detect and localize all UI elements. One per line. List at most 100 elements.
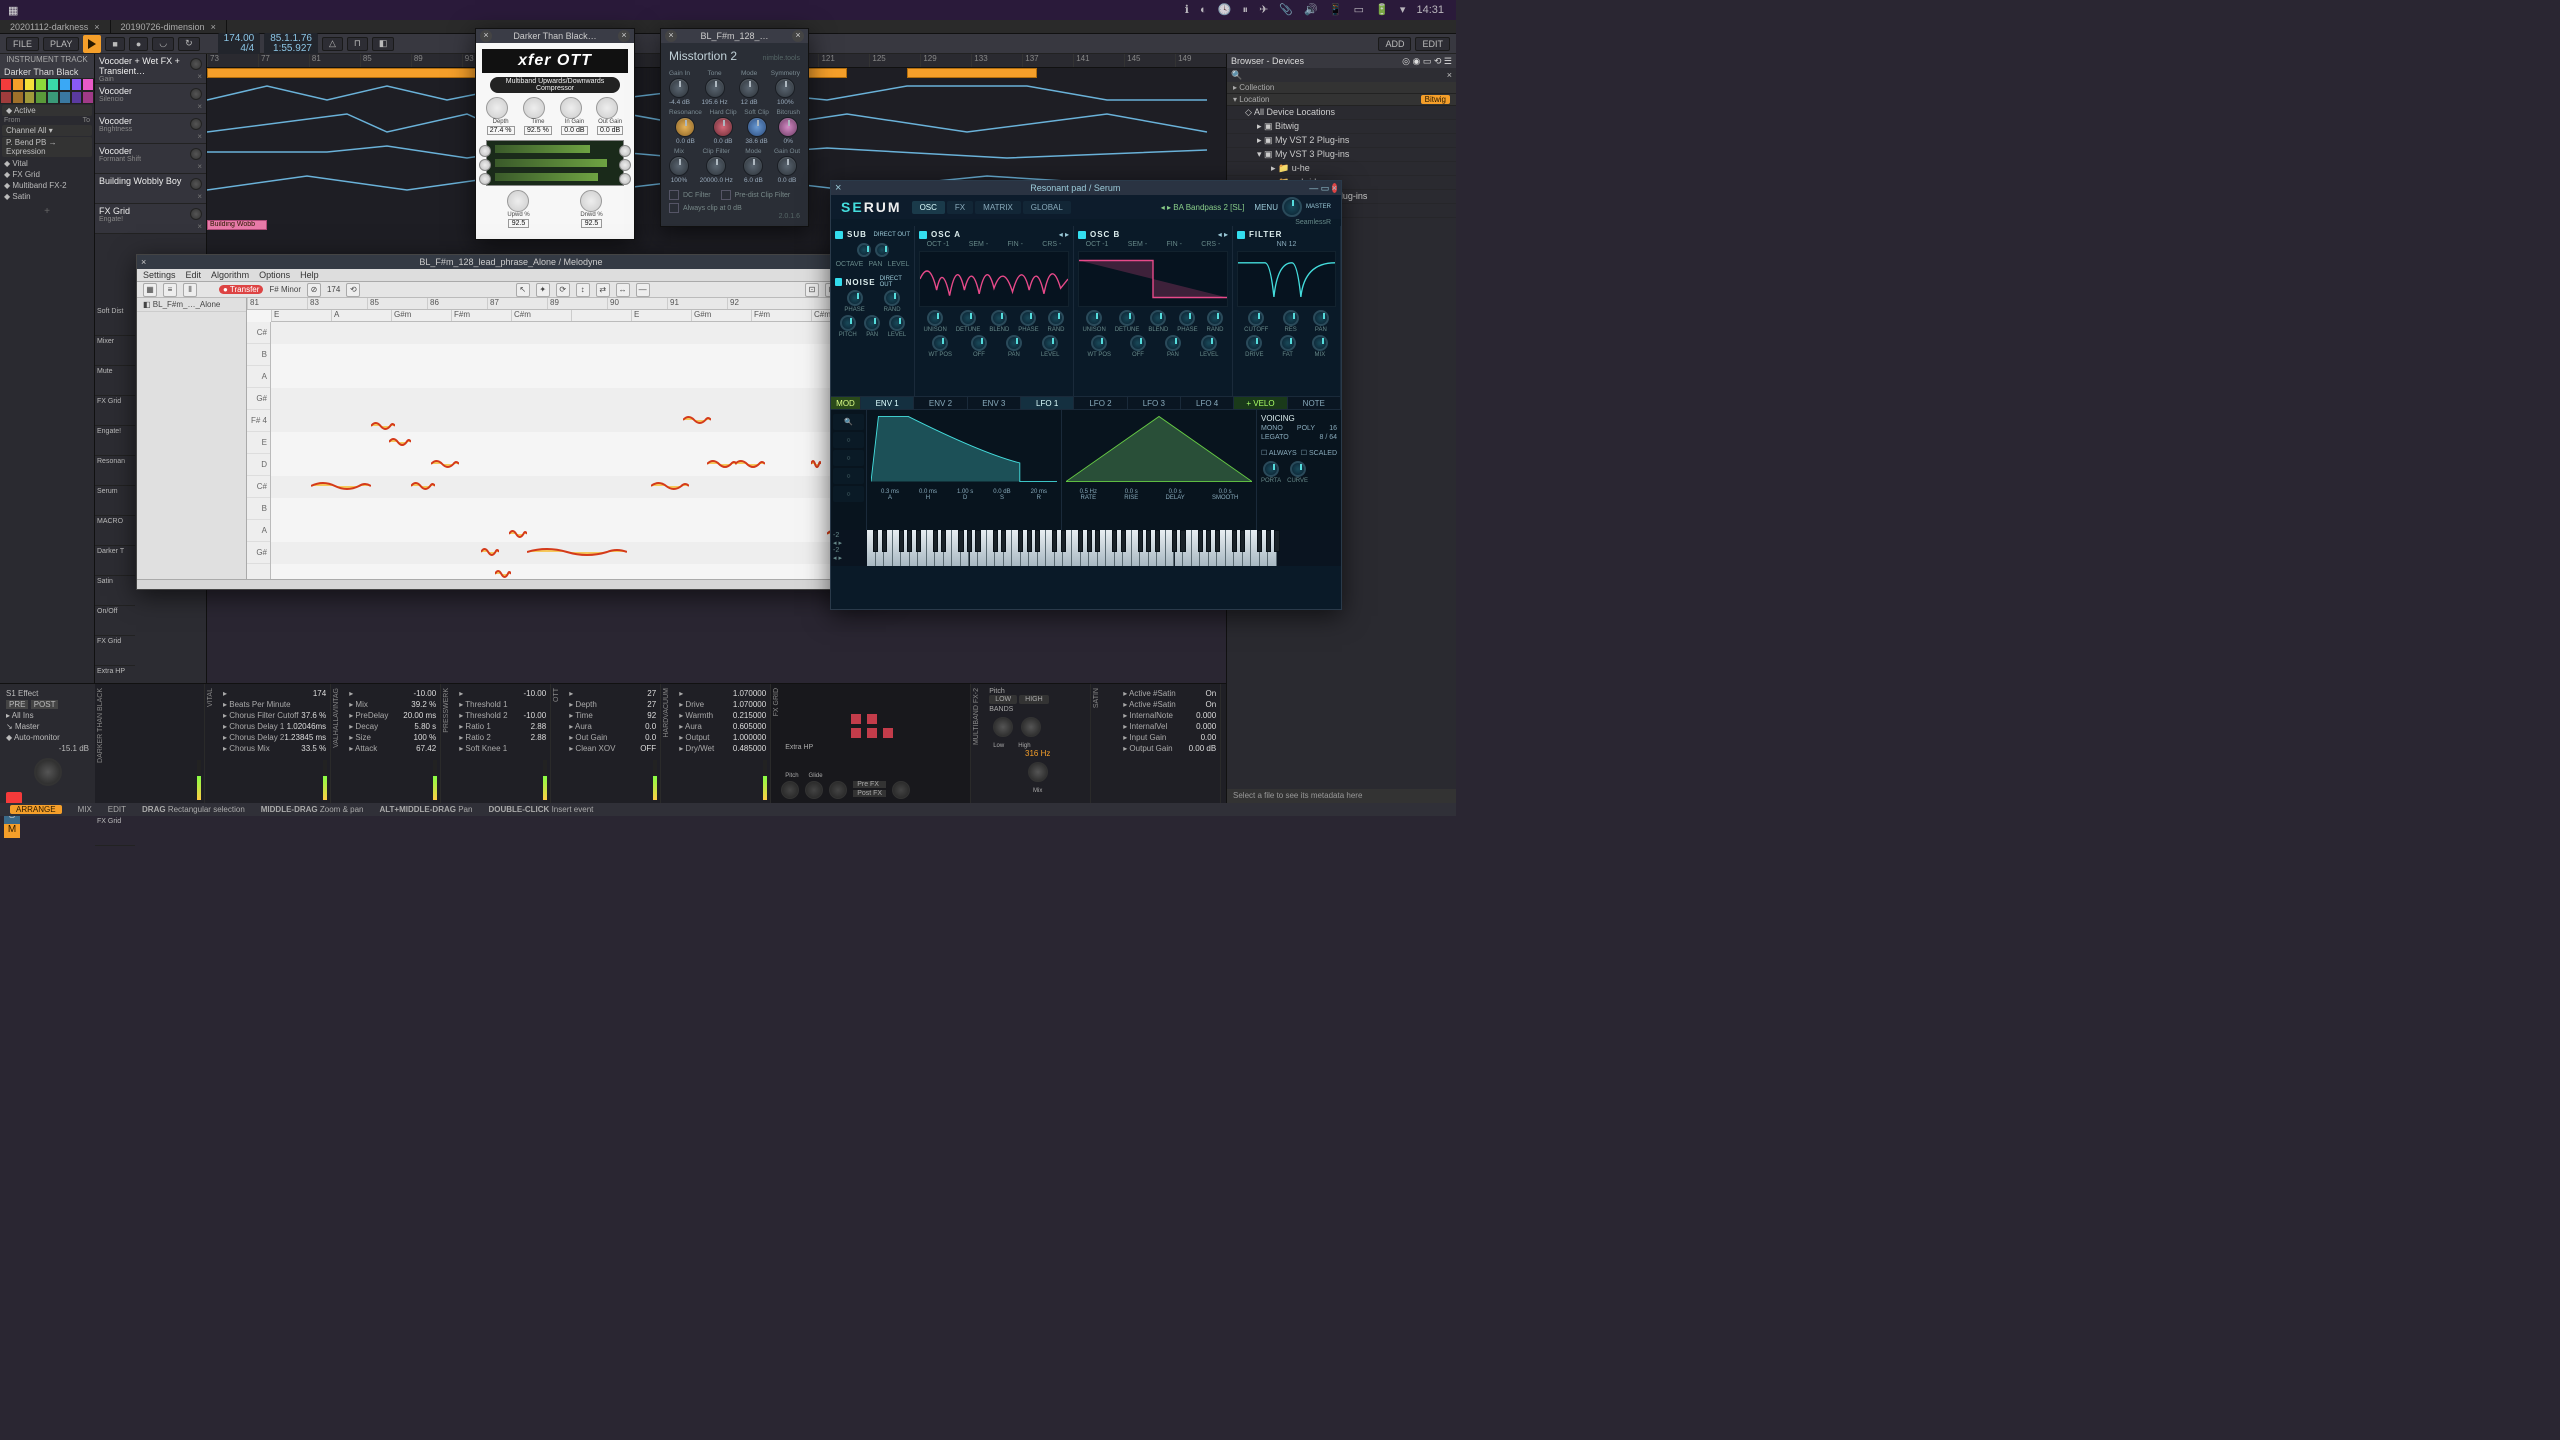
device-valhallavintag[interactable]: VALHALLAVINTAG▸ -10.00▸ Mix39.2 %▸ PreDe… [331,684,441,803]
param-row[interactable]: ▸ Chorus Filter Cutoff37.6 % [209,710,326,721]
misstortion-knob[interactable] [739,78,759,98]
plugin-window-serum[interactable]: ×Resonant pad / Serum— ▭ × SERUM OSC FX … [830,180,1342,610]
black-key[interactable] [975,530,980,552]
tray-icon[interactable]: ▾ [1400,4,1406,16]
menu-options[interactable]: Options [259,270,290,280]
browser-section[interactable]: ▸ Collection [1227,82,1456,94]
param-row[interactable]: ▸ -10.00 [335,688,436,699]
param-row[interactable]: ▸ Decay5.80 s [335,721,436,732]
param-row[interactable]: ▸ Chorus Delay 11.02046ms [209,721,326,732]
param-row[interactable]: ▸ 27 [555,688,656,699]
browser-icon[interactable]: ☰ [1444,56,1452,66]
black-key[interactable] [1180,530,1185,552]
grid-knob[interactable] [805,781,823,799]
tool-icon[interactable]: ⊘ [307,283,321,297]
device-darker than black[interactable]: DARKER THAN BLACK [95,684,205,803]
osc-knob[interactable] [991,310,1007,326]
param-row[interactable]: ▸ Chorus Delay 21.23845 ms [209,732,326,743]
bar-marker[interactable]: 121 [818,54,869,67]
black-key[interactable] [1198,530,1203,552]
close-icon[interactable]: × [211,22,216,32]
stop-button[interactable]: ■ [105,37,124,51]
fx-slot[interactable]: FX Grid [95,396,135,426]
osc-knob[interactable] [1091,335,1107,351]
dc-filter-checkbox[interactable]: DC Filter [669,190,711,200]
osc-knob[interactable] [1130,335,1146,351]
lfo-tab[interactable]: LFO 4 [1181,397,1234,409]
tool-icon[interactable]: ▦ [143,283,157,297]
ott-knob[interactable] [596,97,618,119]
channel-select[interactable]: Channel All ▾ [2,125,92,136]
black-key[interactable] [1274,530,1279,552]
tab-matrix[interactable]: MATRIX [975,201,1021,214]
browser-node[interactable]: ▸ 📁 u-he [1227,162,1456,176]
param-row[interactable]: ▸ Out Gain0.0 [555,732,656,743]
track-knob[interactable] [190,208,202,220]
menu-algorithm[interactable]: Algorithm [211,270,249,280]
filter-type[interactable]: NN 12 [1237,241,1336,248]
bar-marker[interactable]: 77 [258,54,309,67]
fx-slot[interactable]: Satin [95,576,135,606]
misstortion-knob[interactable] [705,78,725,98]
filter-enable-led[interactable] [1237,231,1245,239]
black-key[interactable] [958,530,963,552]
osc-knob[interactable] [1006,335,1022,351]
fx-slot[interactable]: Engate! [95,426,135,456]
black-key[interactable] [967,530,972,552]
menu-edit[interactable]: Edit [186,270,202,280]
poly-value[interactable]: 16 [1329,425,1337,432]
tray-icon[interactable]: 🕓 [1218,4,1232,16]
color-swatch[interactable] [82,91,94,104]
param-row[interactable]: ▸ Ratio 12.88 [445,721,546,732]
param-row[interactable]: ▸ 174 [209,688,326,699]
mod-tab[interactable]: MOD [831,397,861,409]
black-key[interactable] [1018,530,1023,552]
pitchbend-select[interactable]: P. Bend PB → Expression [2,137,92,157]
close-icon[interactable]: × [618,30,630,42]
black-key[interactable] [1266,530,1271,552]
osc-knob[interactable] [1280,335,1296,351]
mute-button[interactable]: M [4,824,20,838]
black-key[interactable] [1232,530,1237,552]
browser-node[interactable]: ◇ All Device Locations [1227,106,1456,120]
pitch-blob[interactable] [735,456,765,472]
play-button[interactable] [83,35,101,53]
chord-label[interactable]: F#m [751,310,811,321]
osc-knob[interactable] [1312,335,1328,351]
param-row[interactable]: ▸ Attack67.42 [335,743,436,754]
misstortion-knob[interactable] [775,78,795,98]
param-row[interactable]: ▸ PreDelay20.00 ms [335,710,436,721]
tool-icon[interactable]: ⫴ [183,283,197,297]
porta-knob[interactable] [1263,461,1279,477]
project-tab[interactable]: 20201112-darkness× [0,20,111,34]
track-name[interactable]: Darker Than Black [0,66,94,78]
black-key[interactable] [1035,530,1040,552]
edit-menu[interactable]: EDIT [1415,37,1450,51]
tab-osc[interactable]: OSC [912,201,945,214]
browser-node[interactable]: ▸ ▣ My VST 2 Plug-ins [1227,134,1456,148]
close-icon[interactable]: × [480,30,492,42]
audio-clip[interactable] [907,68,1037,78]
position-display[interactable]: 85.1.1.761:55.927 [264,33,318,55]
black-key[interactable] [873,530,878,552]
black-key[interactable] [1027,530,1032,552]
matrix-slot[interactable]: 🔍 [833,414,864,430]
param-row[interactable]: ▸ Threshold 2-10.00 [445,710,546,721]
black-key[interactable] [1172,530,1177,552]
chord-label[interactable]: G#m [391,310,451,321]
grid-knob[interactable] [781,781,799,799]
black-key[interactable] [1240,530,1245,552]
tray-icon[interactable]: 📱 [1329,4,1343,16]
env-tab[interactable]: ENV 1 [861,397,914,409]
metronome-icon[interactable]: △ [322,37,343,51]
postfx-button[interactable]: Post FX [853,790,886,797]
grid-knob[interactable] [829,781,847,799]
low-tab[interactable]: LOW [989,695,1017,704]
color-swatch[interactable] [82,78,94,91]
black-key[interactable] [933,530,938,552]
velo-tab[interactable]: + VELO [1234,397,1287,409]
param-row[interactable]: ▸ Threshold 1 [445,699,546,710]
param-row[interactable]: ▸ InternalVel0.000 [1109,721,1216,732]
fx-slot[interactable]: Soft Dist [95,306,135,336]
fx-slot[interactable]: Mute [95,366,135,396]
